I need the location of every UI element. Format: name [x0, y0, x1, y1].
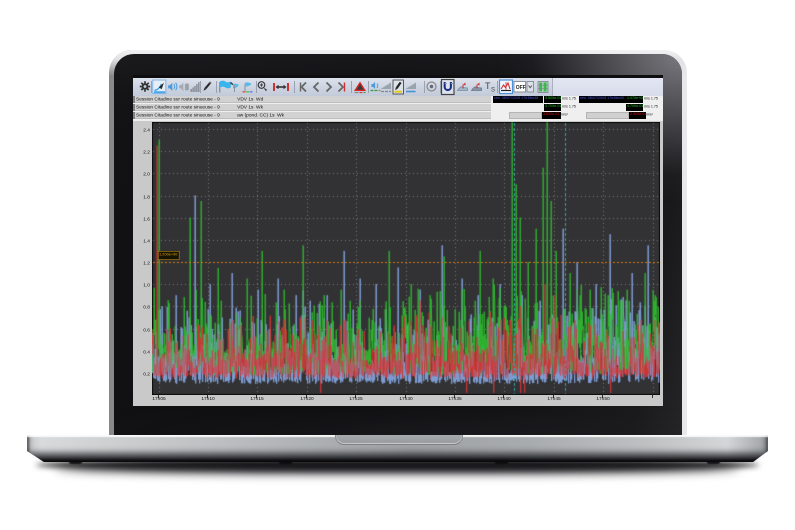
svg-text:OFF: OFF [516, 85, 526, 91]
svg-text:S: S [491, 88, 495, 94]
